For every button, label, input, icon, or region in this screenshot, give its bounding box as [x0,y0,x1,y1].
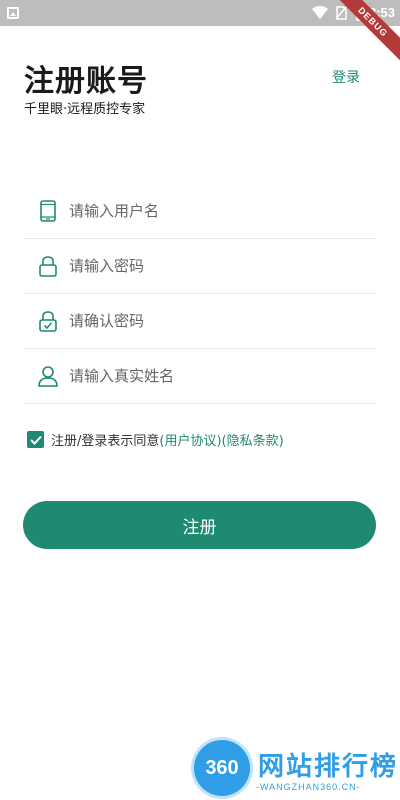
agreement-text: 注册/登录表示同意 [51,434,160,449]
register-form [24,184,376,404]
confirm-password-field [24,294,376,349]
person-icon [37,364,59,388]
watermark-text: 网站排行榜 [258,752,399,782]
real-name-field [24,349,376,404]
watermark: 360 网站排行榜 -WANGZHAN360.CN- [190,738,400,800]
real-name-input[interactable] [69,367,376,385]
lock-check-icon [37,309,59,333]
agreement-checkbox[interactable] [27,431,44,448]
check-icon [29,435,42,445]
username-input[interactable] [69,202,376,220]
wifi-icon [312,6,328,19]
register-button[interactable]: 注册 [23,501,376,549]
privacy-policy-link[interactable]: (隐私条款) [222,430,284,449]
phone-icon [37,199,59,223]
password-field [24,239,376,294]
agreement-row: 注册/登录表示同意 (用户协议) (隐私条款) [27,430,284,449]
page-subtitle: 千里眼·远程质控专家 [24,102,146,117]
username-field [24,184,376,239]
status-bar: 3:53 DEBUG [0,0,400,67]
watermark-subtext: -WANGZHAN360.CN- [256,782,361,792]
password-input[interactable] [69,257,376,275]
no-sim-icon [335,6,347,20]
page-title: 注册账号 [24,64,148,99]
login-link[interactable]: 登录 [332,67,360,87]
watermark-logo: 360 [194,740,250,796]
lock-icon [37,254,59,278]
confirm-password-input[interactable] [69,312,376,330]
image-notification-icon [7,7,19,19]
user-agreement-link[interactable]: (用户协议) [159,430,221,449]
